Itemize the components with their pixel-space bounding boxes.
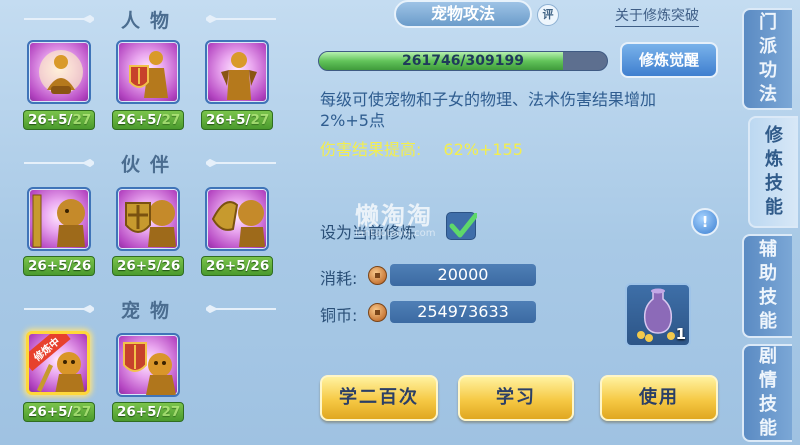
about-breakthrough-link[interactable]: 关于修炼突破 xyxy=(615,5,699,27)
evaluate-badge[interactable]: 评 xyxy=(537,4,559,26)
damage-bonus-value: 62%+155 xyxy=(443,140,523,159)
item-slot[interactable]: 1 xyxy=(625,283,691,347)
skill-slot-partner-2[interactable] xyxy=(116,187,180,251)
item-count: 1 xyxy=(675,325,686,343)
cost-label: 消耗: xyxy=(320,269,358,288)
tab-sect-skills[interactable]: 门派功法 xyxy=(742,8,792,110)
skill-level-pet-2: 26+5/27 xyxy=(112,402,184,422)
tab-story-skills[interactable]: 剧情技能 xyxy=(742,344,792,442)
armored-warrior-icon xyxy=(221,52,257,100)
skill-level-pet-1: 26+5/27 xyxy=(23,402,95,422)
set-current-checkbox[interactable] xyxy=(446,212,479,240)
meditating-warrior-icon xyxy=(39,50,83,94)
ornament-left-icon xyxy=(24,159,94,167)
skill-level-partner-1: 26+5/26 xyxy=(23,256,95,276)
watermark-subtext: lantaotaoxi.com xyxy=(355,228,436,239)
section-title-people: 人物 xyxy=(0,6,300,33)
damage-bonus-label: 伤害结果提高: xyxy=(320,140,422,159)
shield-pet-icon xyxy=(123,342,176,395)
skill-slot-people-2[interactable] xyxy=(116,40,180,104)
tab-cultivation-skills[interactable]: 修炼技能 xyxy=(748,116,798,228)
coin-icon xyxy=(368,303,387,322)
skill-slot-partner-1[interactable] xyxy=(27,187,91,251)
shield-warrior-icon xyxy=(129,51,168,98)
shield-lion-icon xyxy=(125,200,176,247)
awaken-button[interactable]: 修炼觉醒 xyxy=(620,42,718,78)
tab-assist-skills[interactable]: 辅助技能 xyxy=(742,234,792,338)
skill-slot-people-1[interactable] xyxy=(27,40,91,104)
skill-level-partner-3: 26+5/26 xyxy=(201,256,273,276)
ornament-left-icon xyxy=(24,305,94,313)
skill-category-panel: 人物 26+5/27 26+5/27 26+5/27 伙伴 26+5/26 26… xyxy=(0,0,300,445)
skill-level-people-3: 26+5/27 xyxy=(201,110,273,130)
coin-icon xyxy=(368,266,387,285)
exp-progress-text: 261746/309199 xyxy=(401,53,524,69)
use-button[interactable]: 使用 xyxy=(600,375,718,421)
sword-lion-icon xyxy=(32,194,85,248)
info-icon[interactable]: ! xyxy=(691,208,719,236)
skill-slot-pet-2[interactable] xyxy=(116,333,180,397)
coins-value: 254973633 xyxy=(390,301,536,323)
claw-lion-icon xyxy=(211,200,265,247)
damage-bonus-row: 伤害结果提高: 62%+155 xyxy=(320,136,523,160)
ornament-right-icon xyxy=(206,159,276,167)
skill-slot-people-3[interactable] xyxy=(205,40,269,104)
skill-description: 每级可使宠物和子女的物理、法术伤害结果增加2%+5点 xyxy=(320,90,657,130)
skill-level-partner-2: 26+5/26 xyxy=(112,256,184,276)
learn-200-button[interactable]: 学二百次 xyxy=(320,375,438,421)
coins-label: 铜币: xyxy=(320,306,358,325)
exp-progress-bar: 261746/309199 xyxy=(318,51,608,71)
ornament-right-icon xyxy=(206,305,276,313)
ornament-right-icon xyxy=(206,15,276,23)
cost-value: 20000 xyxy=(390,264,536,286)
learn-button[interactable]: 学习 xyxy=(458,375,574,421)
skill-slot-pet-1[interactable]: 修炼中 xyxy=(26,331,90,395)
skill-title: 宠物攻法 xyxy=(394,0,532,28)
skill-level-people-2: 26+5/27 xyxy=(112,110,184,130)
watermark-text: 懒淘淘 xyxy=(355,202,433,230)
section-title-partners: 伙伴 xyxy=(0,150,300,177)
section-title-pets: 宠物 xyxy=(0,296,300,323)
checkmark-icon xyxy=(449,212,479,238)
ornament-left-icon xyxy=(24,15,94,23)
skill-slot-partner-3[interactable] xyxy=(205,187,269,251)
skill-level-people-1: 26+5/27 xyxy=(23,110,95,130)
game-screen: 人物 26+5/27 26+5/27 26+5/27 伙伴 26+5/26 26… xyxy=(0,0,800,445)
